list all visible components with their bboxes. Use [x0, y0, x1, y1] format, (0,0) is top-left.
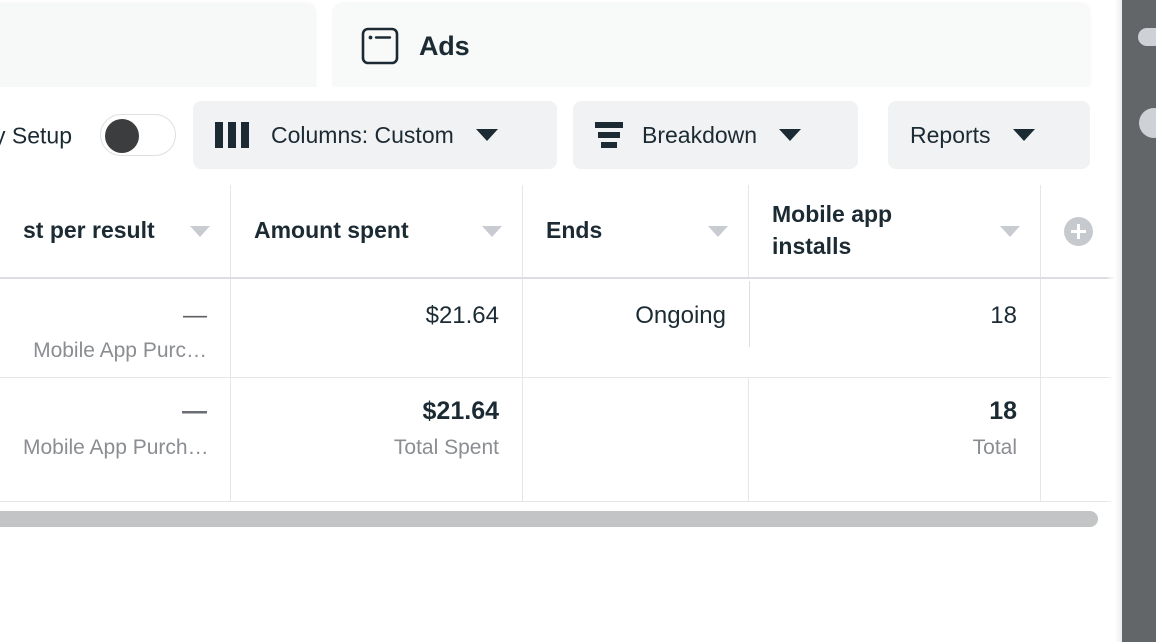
chevron-down-icon[interactable] [190, 225, 210, 237]
cell-value: 18 [989, 397, 1017, 425]
cell-subtext: Total Spent [393, 435, 499, 459]
chevron-down-icon[interactable] [1000, 225, 1020, 237]
tab-strip: Ads [0, 0, 1122, 88]
cell-value: 18 [990, 302, 1017, 329]
column-header-mobile-app-installs[interactable]: Mobile app installs [749, 185, 1041, 277]
cell-value: Ongoing [635, 302, 726, 329]
tab-ads-label: Ads [419, 30, 470, 61]
column-header-ends[interactable]: Ends [523, 185, 749, 277]
columns-icon [215, 122, 249, 148]
ads-table: st per result Amount spent Ends Mobile a… [0, 185, 1122, 502]
app-screen: Ads y Setup Columns: Custom Breakdown Re… [0, 0, 1156, 642]
row-cell-divider [749, 281, 750, 347]
breakdown-icon [595, 122, 623, 148]
columns-button-label: Columns: Custom [271, 121, 454, 148]
chevron-down-icon[interactable] [708, 225, 728, 237]
cell-ends: Ongoing [523, 279, 749, 377]
cell-cost-per-result: — Mobile App Purc… [0, 279, 231, 377]
table-totals-row: — Mobile App Purch… $21.64 Total Spent 1… [0, 378, 1122, 502]
column-header-label: st per result [23, 217, 155, 244]
cell-subtext: Mobile App Purc… [33, 339, 207, 363]
plus-circle-icon[interactable] [1064, 216, 1093, 246]
reports-button[interactable]: Reports [888, 101, 1090, 169]
cell-value: $21.64 [425, 302, 499, 329]
tab-ads[interactable]: Ads [333, 4, 1090, 88]
tab-panel-left[interactable] [0, 4, 316, 88]
column-header-label: Mobile app installs [772, 201, 893, 259]
toggle-knob [105, 119, 139, 153]
column-header-amount-spent[interactable]: Amount spent [231, 185, 523, 277]
reports-button-label: Reports [910, 121, 991, 148]
vertical-scrollbar-thumb[interactable] [1138, 28, 1156, 46]
cell-subtext: Total [972, 435, 1017, 459]
cell-value: — [182, 397, 207, 425]
breakdown-button[interactable]: Breakdown [573, 101, 858, 169]
breakdown-button-label: Breakdown [642, 121, 758, 148]
cell-subtext: Mobile App Purch… [23, 435, 207, 459]
horizontal-scrollbar-thumb[interactable] [0, 511, 1098, 527]
table-row[interactable]: — Mobile App Purc… $21.64 Ongoing 18 [0, 279, 1122, 378]
cell-value: $21.64 [422, 397, 499, 425]
right-side-panel [1122, 0, 1156, 642]
totals-cost-per-result: — Mobile App Purch… [0, 378, 231, 501]
column-header-label: Amount spent [254, 217, 409, 244]
chevron-down-icon [779, 129, 802, 141]
column-header-label: Ends [546, 217, 603, 244]
chevron-down-icon [1012, 129, 1035, 141]
totals-ends [523, 378, 749, 501]
columns-button[interactable]: Columns: Custom [193, 101, 557, 169]
page-edge-shadow [1106, 0, 1122, 642]
cell-value: — [183, 302, 207, 329]
column-header-cost-per-result[interactable]: st per result [0, 185, 231, 277]
view-setup-label: y Setup [0, 122, 72, 149]
cell-mobile-app-installs: 18 [749, 279, 1041, 377]
cell-amount-spent: $21.64 [231, 279, 523, 377]
ads-window-icon [361, 27, 399, 65]
table-header-row: st per result Amount spent Ends Mobile a… [0, 185, 1122, 279]
totals-amount-spent: $21.64 Total Spent [231, 378, 523, 501]
chevron-down-icon[interactable] [482, 225, 502, 237]
totals-mobile-app-installs: 18 Total [749, 378, 1041, 501]
chevron-down-icon [475, 129, 498, 141]
view-setup-toggle[interactable] [100, 114, 176, 156]
